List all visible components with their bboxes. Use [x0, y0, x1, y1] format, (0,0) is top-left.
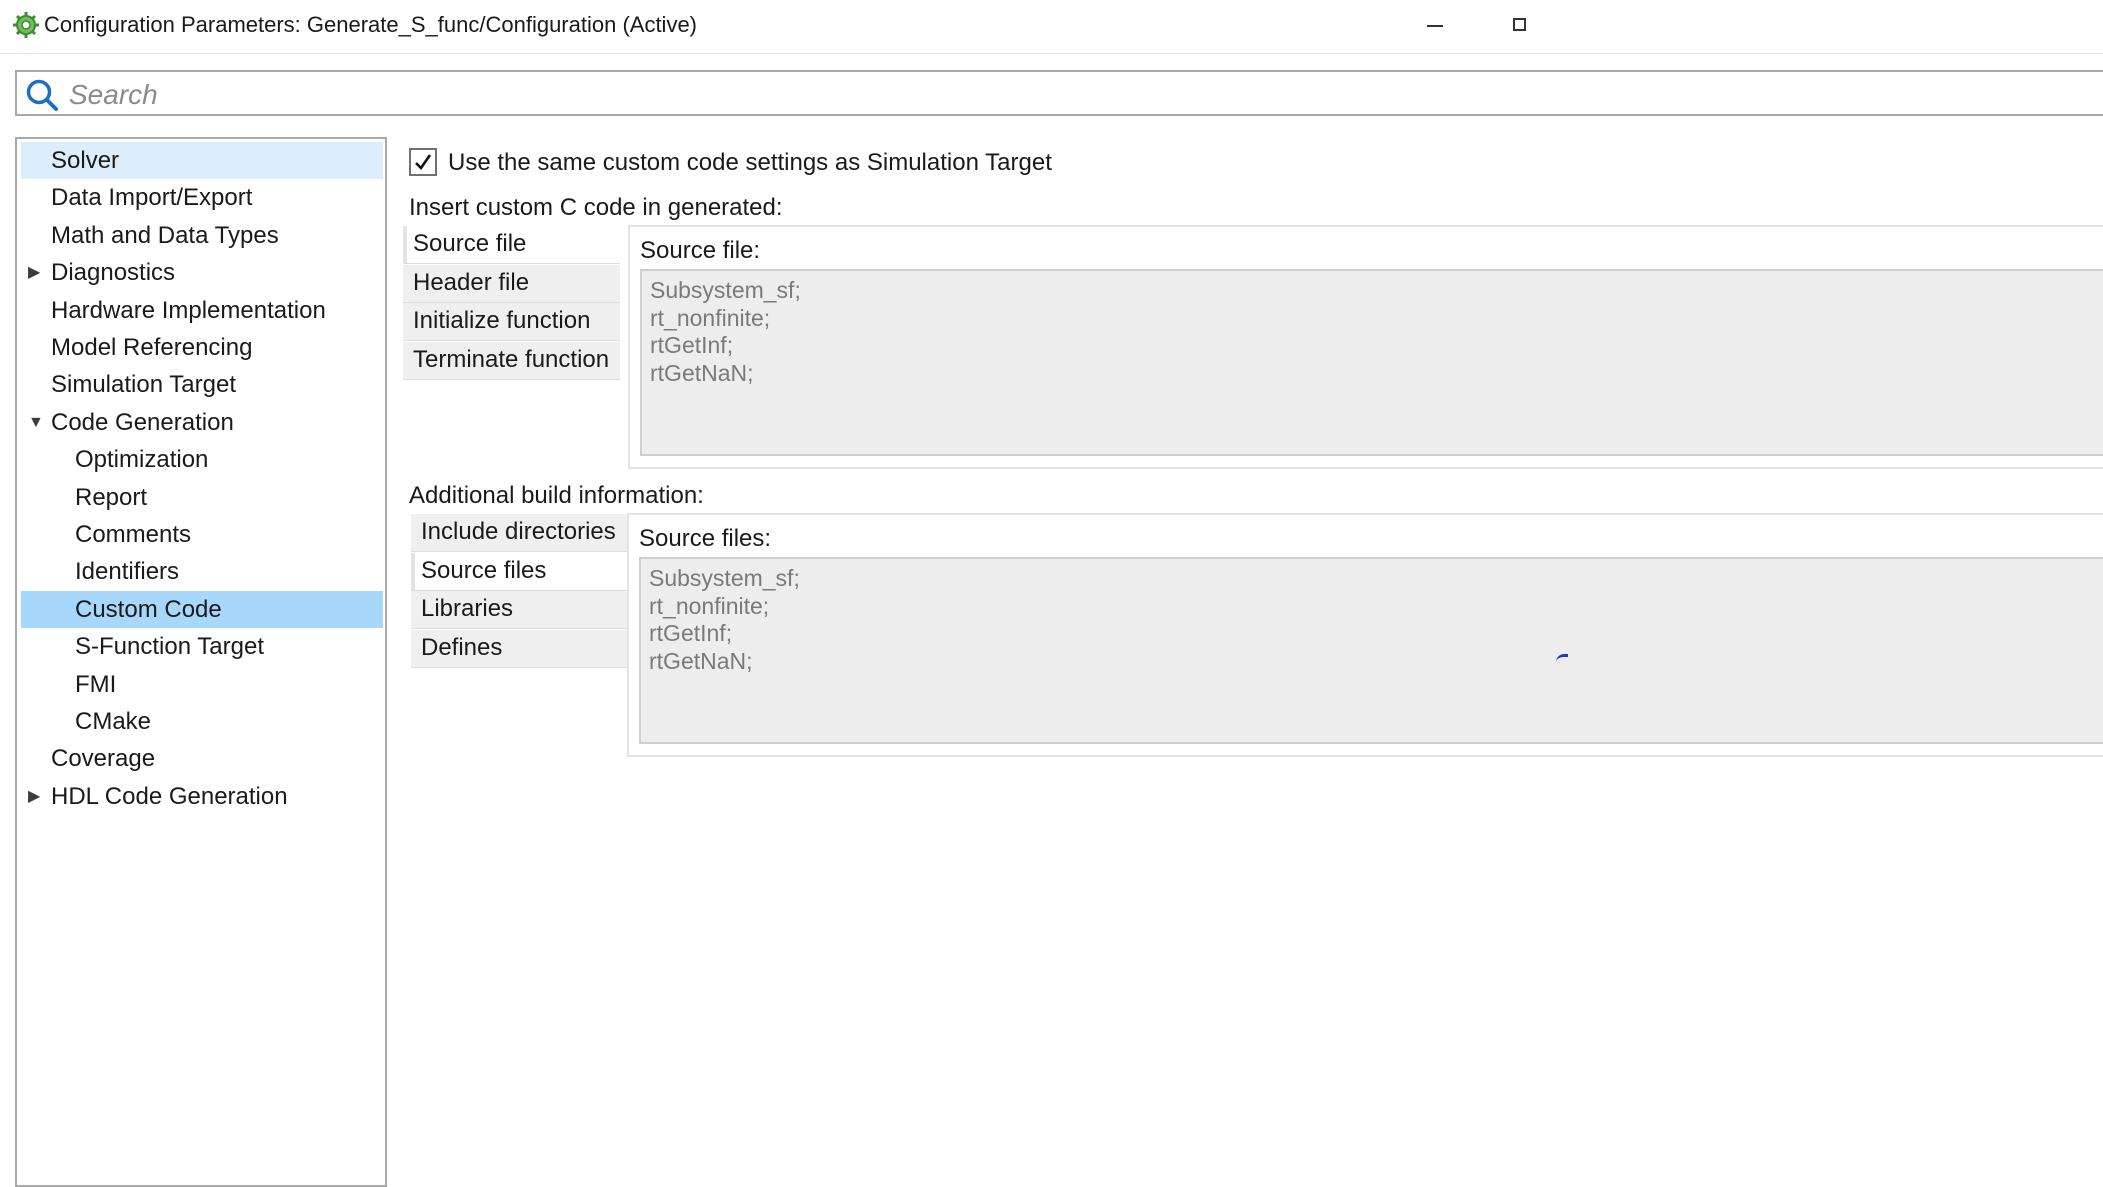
category-tree: Solver Data Import/Export Math and Data Ty… — [15, 137, 387, 1187]
tree-item-label: Hardware Implementation — [51, 296, 326, 324]
collapsed-arrow-icon[interactable]: ▶ — [28, 254, 40, 291]
code-line: rtGetNaN; — [649, 647, 753, 674]
tree-item-label: Coverage — [51, 745, 156, 773]
code-line: Subsystem_sf; — [649, 565, 800, 591]
maximize-button[interactable] — [1500, 8, 1540, 44]
tree-item-label: Solver — [51, 147, 120, 174]
tree-item-solver[interactable]: Solver — [21, 142, 383, 179]
insert-panel-title: Source file: — [640, 237, 761, 264]
tree-item-simulation-target[interactable]: Simulation Target — [21, 366, 383, 403]
code-line: rtGetInf; — [649, 620, 733, 646]
insert-code-label: Insert custom C code in generated: — [409, 194, 783, 221]
tree-item-report[interactable]: Report — [21, 479, 383, 516]
tab-terminate-function[interactable]: Terminate function — [403, 342, 620, 381]
gear-icon — [13, 12, 39, 38]
tab-libraries[interactable]: Libraries — [411, 591, 628, 630]
code-line: Subsystem_sf; — [650, 277, 801, 303]
search-input[interactable] — [67, 76, 1471, 114]
tree-item-hdl-code-generation[interactable]: ▶ HDL Code Generation — [21, 778, 383, 815]
tree-item-label: Math and Data Types — [51, 221, 279, 249]
tab-source-file[interactable]: Source file — [403, 226, 620, 264]
tree-item-identifiers[interactable]: Identifiers — [21, 553, 383, 590]
tree-item-code-generation[interactable]: ▼ Code Generation — [21, 404, 383, 441]
tree-item-data-import-export[interactable]: Data Import/Export — [21, 179, 383, 216]
tree-item-math-and-data-types[interactable]: Math and Data Types — [21, 217, 383, 254]
code-line: rt_nonfinite; — [650, 304, 771, 331]
expanded-arrow-icon[interactable]: ▼ — [28, 404, 44, 441]
tab-include-directories[interactable]: Include directories — [411, 514, 628, 552]
tree-item-optimization[interactable]: Optimization — [21, 441, 383, 478]
build-info-textarea[interactable]: Subsystem_sf; rt_nonfinite; rtGetInf; rtGet… — [639, 557, 2103, 744]
checkmark-icon — [415, 154, 432, 171]
tree-item-model-referencing[interactable]: Model Referencing — [21, 329, 383, 366]
tree-item-label: Comments — [75, 521, 192, 548]
tree-item-label: Simulation Target — [51, 371, 236, 399]
insert-code-panel: Source file: Subsystem_sf; rt_nonfinite; r… — [628, 225, 2103, 469]
tab-initialize-function[interactable]: Initialize function — [403, 303, 620, 342]
insert-code-textarea[interactable]: Subsystem_sf; rt_nonfinite; rtGetInf; rtGet… — [640, 269, 2103, 456]
tree-item-comments[interactable]: Comments — [21, 516, 383, 553]
tree-item-label: Optimization — [75, 446, 209, 474]
tree-item-custom-code[interactable]: Custom Code — [21, 590, 383, 628]
tree-item-label: S-Function Target — [75, 633, 264, 661]
resize-handle[interactable] — [1556, 654, 1568, 663]
tree-item-diagnostics[interactable]: ▶ Diagnostics — [21, 254, 383, 291]
build-info-label: Additional build information: — [409, 482, 704, 509]
tree-item-coverage[interactable]: Coverage — [21, 740, 383, 777]
code-line: rtGetInf; — [650, 332, 734, 358]
tree-item-label: Code Generation — [51, 408, 234, 436]
tree-item-label: CMake — [75, 708, 152, 735]
collapsed-arrow-icon[interactable]: ▶ — [28, 778, 40, 815]
code-line: rt_nonfinite; — [649, 592, 770, 619]
build-info-panel: Source files: Subsystem_sf; rt_nonfinite;… — [627, 513, 2103, 757]
search-bar — [15, 70, 2103, 116]
tree-item-label: Data Import/Export — [51, 184, 253, 212]
tree-item-label: Custom Code — [75, 595, 222, 623]
tree-item-label: Model Referencing — [51, 334, 253, 361]
tree-item-label: Diagnostics — [51, 259, 176, 287]
search-icon[interactable] — [25, 78, 59, 112]
tab-defines[interactable]: Defines — [411, 630, 628, 669]
tree-item-label: Report — [75, 483, 148, 511]
tree-item-cmake[interactable]: CMake — [21, 703, 383, 740]
tree-item-s-function-target[interactable]: S-Function Target — [21, 628, 383, 665]
tree-item-hardware-implementation[interactable]: Hardware Implementation — [21, 292, 383, 329]
tree-item-label: Identifiers — [75, 558, 180, 586]
tree-item-label: FMI — [75, 670, 117, 698]
title-bar: Configuration Parameters: Generate_S_fun… — [0, 0, 2103, 54]
build-panel-title: Source files: — [639, 525, 772, 552]
code-line: rtGetNaN; — [650, 359, 754, 386]
window-title: Configuration Parameters: Generate_S_fun… — [44, 12, 698, 37]
same-settings-label[interactable]: Use the same custom code settings as Sim… — [448, 149, 1052, 177]
tab-header-file[interactable]: Header file — [403, 264, 620, 303]
tree-item-fmi[interactable]: FMI — [21, 666, 383, 703]
tree-item-label: HDL Code Generation — [51, 782, 288, 810]
minimize-button[interactable] — [1415, 8, 1455, 44]
tab-source-files[interactable]: Source files — [411, 552, 628, 591]
same-settings-checkbox[interactable] — [409, 148, 437, 176]
